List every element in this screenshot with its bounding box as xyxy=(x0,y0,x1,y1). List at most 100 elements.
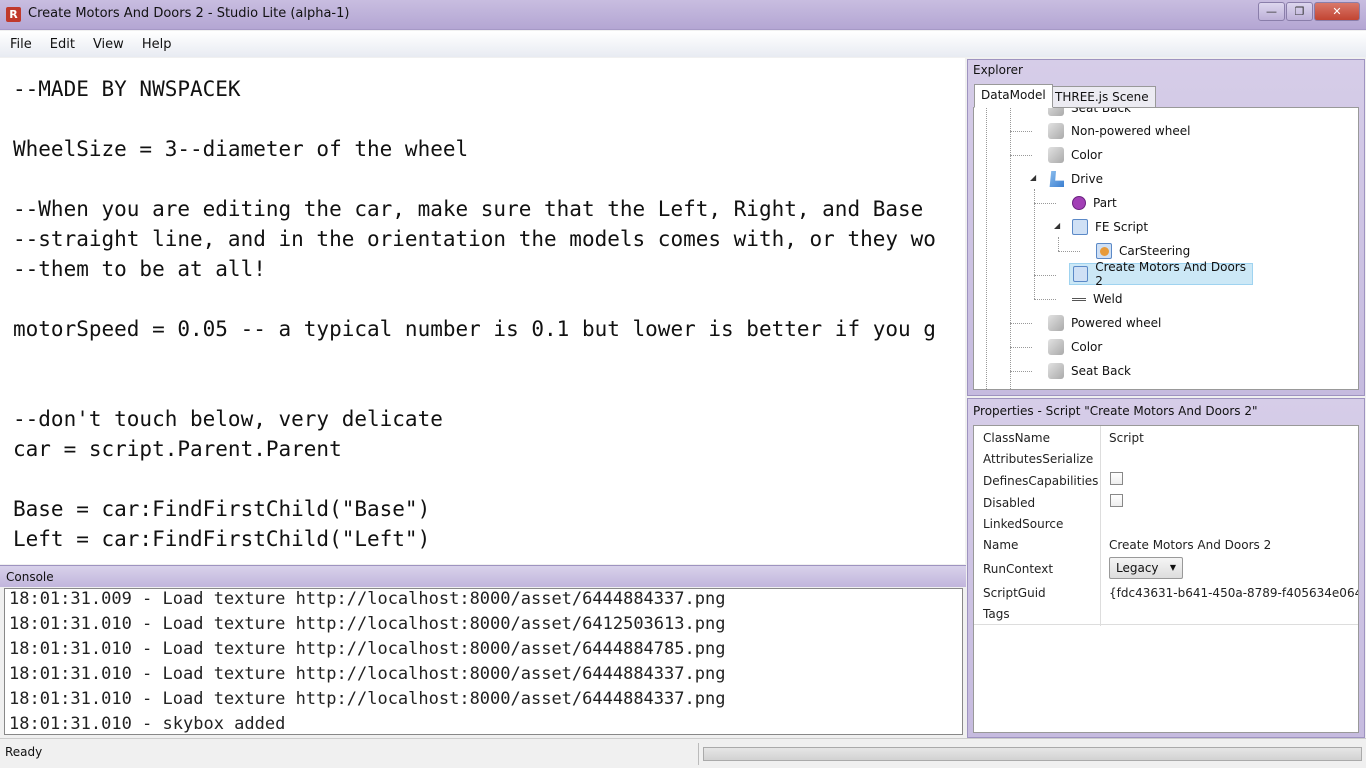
prop-name-linkedsource: LinkedSource xyxy=(983,517,1064,531)
status-divider xyxy=(698,743,699,765)
code-line: --MADE BY NWSPACEK xyxy=(13,77,241,101)
menu-view[interactable]: View xyxy=(87,37,130,52)
tab-three-js-scene[interactable]: THREE.js Scene xyxy=(1048,86,1156,108)
menu-file[interactable]: File xyxy=(4,37,38,52)
weld-icon xyxy=(1072,298,1086,304)
model-icon xyxy=(1048,147,1064,163)
tree-item[interactable]: Color xyxy=(1045,144,1106,166)
tree-item[interactable]: Color xyxy=(1045,336,1106,358)
code-line: --straight line, and in the orientation … xyxy=(13,227,936,251)
tree-guide xyxy=(1010,155,1032,156)
explorer-tree[interactable]: ◢ ◢ Seat Back Non-powered wheel Color Dr… xyxy=(973,107,1359,390)
progress-bar xyxy=(703,747,1362,761)
localscript-icon xyxy=(1096,243,1112,259)
status-text: Ready xyxy=(5,745,43,759)
disabled-checkbox[interactable] xyxy=(1110,494,1123,507)
tree-item[interactable]: Part xyxy=(1069,192,1121,214)
tree-guide xyxy=(1058,237,1059,251)
script-icon xyxy=(1073,266,1089,282)
tree-guide xyxy=(1034,275,1056,276)
console-line: 18:01:31.010 - Load texture http://local… xyxy=(9,639,726,659)
tree-item-label: Weld xyxy=(1093,292,1123,306)
model-icon xyxy=(1048,123,1064,139)
prop-name-classname: ClassName xyxy=(983,431,1050,445)
maximize-button[interactable]: ❐ xyxy=(1286,2,1313,21)
tree-item[interactable]: Weld xyxy=(1069,288,1127,310)
tree-item[interactable]: Seat Back xyxy=(1045,360,1135,382)
model-icon xyxy=(1048,339,1064,355)
prop-value-classname: Script xyxy=(1109,431,1144,445)
tree-guide xyxy=(1010,323,1032,324)
console-header: Console xyxy=(0,565,966,587)
script-editor[interactable]: --MADE BY NWSPACEK WheelSize = 3--diamet… xyxy=(0,58,965,564)
tree-item[interactable]: Powered wheel xyxy=(1045,312,1165,334)
tree-guide xyxy=(1058,251,1080,252)
tree-item-selected[interactable]: Create Motors And Doors 2 xyxy=(1069,260,1253,288)
window-controls: — ❐ ✕ xyxy=(1257,2,1360,21)
definescapabilities-checkbox[interactable] xyxy=(1110,472,1123,485)
properties-bottom-divider xyxy=(974,624,1358,625)
tree-guide xyxy=(1034,203,1056,204)
menu-edit[interactable]: Edit xyxy=(44,37,81,52)
prop-value-name[interactable]: Create Motors And Doors 2 xyxy=(1109,538,1271,552)
console-line: 18:01:31.010 - Load texture http://local… xyxy=(9,664,726,684)
tree-item-label: Part xyxy=(1093,196,1117,210)
tree-guide xyxy=(1010,347,1032,348)
tree-item-label: Non-powered wheel xyxy=(1071,124,1191,138)
console-title: Console xyxy=(6,570,54,584)
status-bar: Ready xyxy=(0,738,1366,768)
tree-item[interactable]: CarSteering xyxy=(1093,240,1194,262)
prop-name-definescapabilities: DefinesCapabilities xyxy=(983,474,1099,488)
code-line: car = script.Parent.Parent xyxy=(13,437,342,461)
code-line: WheelSize = 3--diameter of the wheel xyxy=(13,137,469,161)
part-icon xyxy=(1072,196,1086,210)
prop-value-scriptguid[interactable]: {fdc43631-b641-450a-8789-f405634e0640} xyxy=(1109,586,1358,600)
chevron-down-icon: ▼ xyxy=(1169,563,1176,572)
tab-datamodel[interactable]: DataModel xyxy=(974,84,1053,108)
tree-item-label: Seat Back xyxy=(1071,364,1132,378)
app-logo-icon: R xyxy=(6,7,21,22)
window-title: Create Motors And Doors 2 - Studio Lite … xyxy=(28,6,350,21)
explorer-title: Explorer xyxy=(973,63,1023,77)
runcontext-select[interactable]: Legacy ▼ xyxy=(1109,557,1183,579)
prop-name-name: Name xyxy=(983,538,1019,552)
code-line: --When you are editing the car, make sur… xyxy=(13,197,924,221)
console-output[interactable]: 18:01:31.009 - Load texture http://local… xyxy=(4,588,963,735)
script-icon xyxy=(1072,219,1088,235)
code-line: motorSpeed = 0.05 -- a typical number is… xyxy=(13,317,936,341)
menu-bar: File Edit View Help xyxy=(0,31,1366,57)
code-line: Base = car:FindFirstChild("Base") xyxy=(13,497,431,521)
tree-guide xyxy=(986,108,987,389)
tree-item-label: Color xyxy=(1071,340,1103,354)
prop-name-scriptguid: ScriptGuid xyxy=(983,586,1046,600)
tree-guide xyxy=(1034,189,1035,299)
tree-item-label: Powered wheel xyxy=(1071,316,1162,330)
tree-item-label: Create Motors And Doors 2 xyxy=(1095,260,1246,288)
console-line: 18:01:31.009 - Load texture http://local… xyxy=(9,589,726,609)
prop-name-runcontext: RunContext xyxy=(983,562,1054,576)
tree-item-label: Color xyxy=(1071,148,1103,162)
runcontext-selected-value: Legacy xyxy=(1116,561,1159,575)
minimize-button[interactable]: — xyxy=(1258,2,1285,21)
tree-item[interactable]: FE Script xyxy=(1069,216,1152,238)
title-bar: R Create Motors And Doors 2 - Studio Lit… xyxy=(0,0,1366,30)
close-button[interactable]: ✕ xyxy=(1314,2,1360,21)
tree-item[interactable]: Non-powered wheel xyxy=(1045,120,1194,142)
code-line: --them to be at all! xyxy=(13,257,266,281)
expander-drive[interactable]: ◢ xyxy=(1030,173,1036,182)
expander-fe-script[interactable]: ◢ xyxy=(1054,221,1060,230)
prop-name-attributesserialize: AttributesSerialize xyxy=(983,452,1094,466)
properties-column-divider xyxy=(1100,426,1101,626)
tree-item[interactable]: Drive xyxy=(1045,168,1107,190)
menu-help[interactable]: Help xyxy=(136,37,178,52)
tree-guide xyxy=(1010,371,1032,372)
code-line: --don't touch below, very delicate xyxy=(13,407,443,431)
properties-title: Properties - Script "Create Motors And D… xyxy=(973,404,1258,418)
prop-name-disabled: Disabled xyxy=(983,496,1036,510)
tree-item-label: FE Script xyxy=(1095,220,1149,234)
tree-item[interactable]: Seat Back xyxy=(1045,108,1135,119)
tree-item-label: Drive xyxy=(1071,172,1103,186)
code-line: Left = car:FindFirstChild("Left") xyxy=(13,527,431,551)
properties-grid[interactable]: ClassName Script AttributesSerialize Def… xyxy=(973,425,1359,733)
model-icon xyxy=(1048,363,1064,379)
